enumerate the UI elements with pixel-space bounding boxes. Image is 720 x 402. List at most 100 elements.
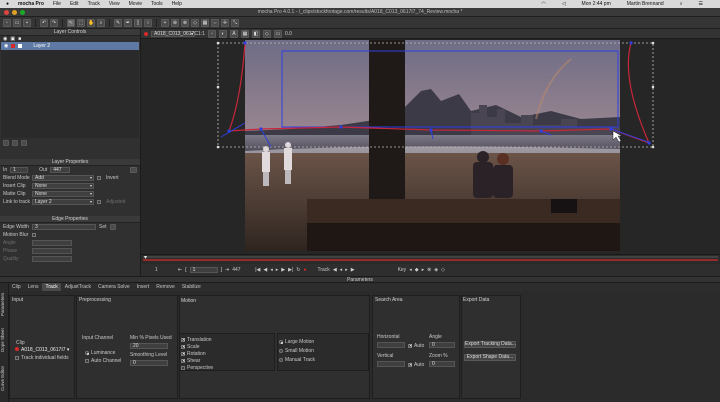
color-icon[interactable]: ■ xyxy=(18,36,21,42)
add-point-icon[interactable]: + xyxy=(161,18,169,27)
track-step-back-icon[interactable]: ◂ xyxy=(340,267,343,273)
luminance-option[interactable]: Luminance xyxy=(85,350,115,356)
tab-camera-solve[interactable]: Camera Solve xyxy=(95,283,133,291)
manual-track-radio[interactable] xyxy=(279,357,283,362)
shear-option[interactable]: ✕ Shear xyxy=(181,358,200,364)
motion-blur-checkbox[interactable] xyxy=(32,233,36,237)
lock-icon[interactable]: ▣ xyxy=(10,36,15,42)
rectangle-tool-icon[interactable]: ▯ xyxy=(134,18,142,27)
attach-icon[interactable]: ⊕ xyxy=(171,18,179,27)
min-pixels-field[interactable]: 20 xyxy=(130,343,168,349)
grid-tool-icon[interactable]: ▦ xyxy=(201,18,209,27)
track-individual-fields[interactable]: Track individual fields xyxy=(15,355,69,361)
viewer-surface-icon[interactable]: ▭ xyxy=(273,29,282,38)
viewer-zoom[interactable]: 1:1 xyxy=(198,31,205,37)
current-frame-field[interactable]: 1 xyxy=(189,267,218,273)
menu-view[interactable]: View xyxy=(109,1,120,7)
tab-stabilize[interactable]: Stabilize xyxy=(179,283,204,291)
xspline-tool-icon[interactable]: ✎ xyxy=(114,18,122,27)
move-tool-icon[interactable]: ✛ xyxy=(221,18,229,27)
edge-width-field[interactable]: 3 xyxy=(32,224,96,230)
step-back-icon[interactable]: ◂ xyxy=(270,267,273,273)
horizontal-auto-option[interactable]: ✕ Auto xyxy=(408,343,424,349)
export-tracking-button[interactable]: Export Tracking Data... xyxy=(464,341,516,348)
open-project-icon[interactable]: ▭ xyxy=(13,18,21,27)
perspective-checkbox[interactable] xyxy=(181,365,185,370)
menu-help[interactable]: Help xyxy=(172,1,182,7)
timeline-ruler[interactable] xyxy=(141,255,720,264)
add-keyframe-icon[interactable]: ◆ xyxy=(415,267,419,273)
luminance-radio[interactable] xyxy=(85,350,89,355)
scale-option[interactable]: ✕ Scale xyxy=(181,344,200,350)
loop-icon[interactable]: ↻ xyxy=(296,267,300,273)
vertical-field[interactable] xyxy=(377,361,405,367)
viewer-exposure[interactable]: 0.0 xyxy=(285,31,292,37)
track-step-forward-icon[interactable]: ▸ xyxy=(345,267,348,273)
transform-tool-icon[interactable]: ⤡ xyxy=(231,18,239,27)
play-backwards-icon[interactable]: ◀ xyxy=(263,267,267,273)
first-frame-icon[interactable]: |◀ xyxy=(255,267,260,273)
menu-tools[interactable]: Tools xyxy=(151,1,163,7)
adjusted-checkbox[interactable] xyxy=(97,200,101,204)
circle-tool-icon[interactable]: ○ xyxy=(144,18,152,27)
user-name[interactable]: Martin Brennand xyxy=(627,1,664,7)
viewer-grid-icon[interactable]: ▦ xyxy=(240,29,249,38)
zoom-window-icon[interactable] xyxy=(20,10,25,15)
prev-keyframe-icon[interactable]: ◂ xyxy=(409,267,412,273)
prev-key-icon[interactable]: [ xyxy=(185,267,186,273)
tab-lens[interactable]: Lens xyxy=(25,283,42,291)
rotation-option[interactable]: ✕ Rotation xyxy=(181,351,206,357)
perspective-option[interactable]: Perspective xyxy=(181,365,213,371)
menu-app-name[interactable]: mocha Pro xyxy=(18,1,44,7)
track-forwards-icon[interactable]: ▶ xyxy=(351,267,355,273)
auto-channel-checkbox[interactable] xyxy=(85,358,89,363)
keyframe-icon-b[interactable]: ◇ xyxy=(441,267,445,273)
blend-mode-select[interactable]: Add xyxy=(32,175,94,181)
horizontal-field[interactable] xyxy=(377,342,405,348)
large-motion-radio[interactable] xyxy=(279,339,283,344)
keyframe-icon-a[interactable]: ◈ xyxy=(434,267,438,273)
side-tab-parameters[interactable]: Parameters xyxy=(0,287,9,321)
viewer-canvas[interactable] xyxy=(141,39,720,254)
shear-checkbox[interactable]: ✕ xyxy=(181,358,185,363)
align-tool-icon[interactable]: ⇔ xyxy=(211,18,219,27)
viewer-channel-icon[interactable]: ◐ xyxy=(218,29,227,38)
matte-clip-select[interactable]: None xyxy=(32,191,94,197)
layer-visible-icon[interactable]: ◉ xyxy=(4,43,8,49)
set-label[interactable]: Set xyxy=(99,224,107,230)
apple-icon[interactable]: ● xyxy=(6,1,9,7)
tab-clip[interactable]: Clip xyxy=(9,283,24,291)
start-frame[interactable]: 1 xyxy=(155,267,175,273)
link-to-track-select[interactable]: Layer 2 xyxy=(32,199,94,205)
select-tool-icon[interactable]: ↖ xyxy=(67,18,75,27)
rotation-checkbox[interactable]: ✕ xyxy=(181,351,185,356)
set-out-icon[interactable] xyxy=(130,167,137,173)
end-frame[interactable]: 447 xyxy=(232,267,252,273)
merge-layer-icon[interactable] xyxy=(12,139,18,146)
clip-select[interactable]: A018_C013_0617C xyxy=(151,30,198,37)
zoom-field[interactable]: 0 xyxy=(429,361,455,367)
volume-icon[interactable]: ◁ xyxy=(562,1,566,7)
viewer-alpha-icon[interactable]: A xyxy=(229,29,238,38)
duplicate-layer-icon[interactable] xyxy=(3,139,9,146)
next-keyframe-icon[interactable]: ▸ xyxy=(422,267,425,273)
side-tab-dope-sheet[interactable]: Dope Sheet xyxy=(0,323,9,357)
minimize-window-icon[interactable] xyxy=(12,10,17,15)
invert-checkbox[interactable] xyxy=(97,176,101,180)
menu-list-icon[interactable]: ☰ xyxy=(699,1,703,7)
menu-edit[interactable]: Edit xyxy=(70,1,79,7)
select-all-icon[interactable]: ⬚ xyxy=(77,18,85,27)
track-individual-checkbox[interactable] xyxy=(15,355,19,360)
surface-tool-icon[interactable]: ◇ xyxy=(191,18,199,27)
wifi-icon[interactable]: ◠ xyxy=(541,1,545,7)
tab-remove[interactable]: Remove xyxy=(153,283,178,291)
close-window-icon[interactable] xyxy=(4,10,9,15)
input-clip-select[interactable]: A018_C013_0617I7 ▾ xyxy=(15,347,69,353)
track-backwards-icon[interactable]: ◀ xyxy=(333,267,337,273)
layer-color-swatch[interactable] xyxy=(11,44,16,48)
undo-icon[interactable]: ↶ xyxy=(40,18,48,27)
tab-track[interactable]: Track xyxy=(42,283,61,291)
go-start-icon[interactable]: ⇤ xyxy=(178,267,182,273)
large-motion-option[interactable]: Large Motion xyxy=(279,339,314,345)
out-point-field[interactable]: 447 xyxy=(50,167,71,173)
